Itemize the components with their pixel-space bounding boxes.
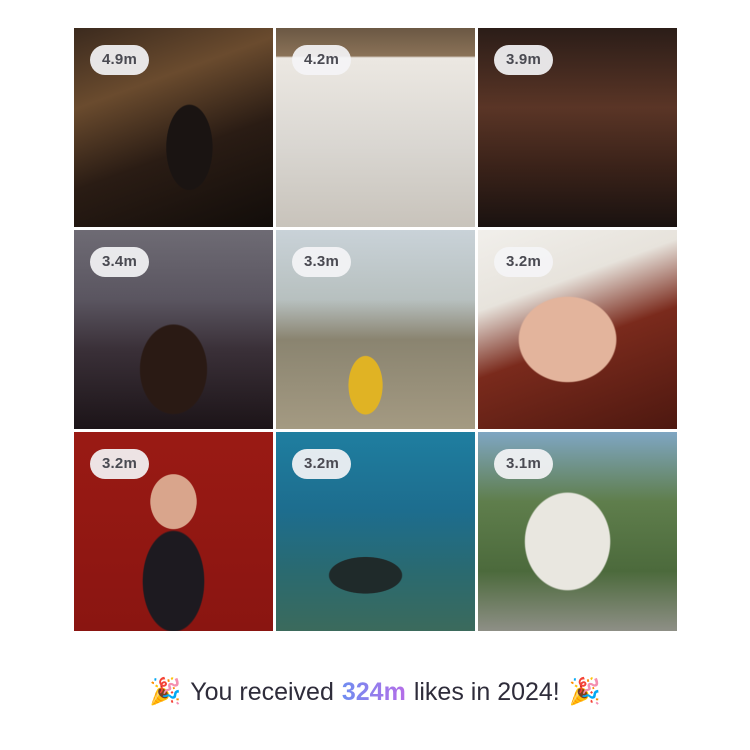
likes-badge: 4.9m	[90, 45, 149, 75]
likes-badge: 3.4m	[90, 247, 149, 277]
likes-summary: 🎉 You received 324m likes in 2024! 🎉	[0, 670, 750, 714]
post-tile-1[interactable]: 4.9m	[74, 28, 273, 227]
summary-text-after: likes in 2024!	[413, 677, 560, 706]
likes-badge: 3.9m	[494, 45, 553, 75]
summary-text-before: You received	[190, 677, 334, 706]
top-posts-grid: 4.9m 4.2m 3.9m 3.4m 3.3m 3.2m 3.2m 3.2m	[74, 28, 678, 631]
likes-badge: 4.2m	[292, 45, 351, 75]
likes-badge: 3.1m	[494, 449, 553, 479]
likes-badge: 3.3m	[292, 247, 351, 277]
post-tile-7[interactable]: 3.2m	[74, 432, 273, 631]
post-tile-9[interactable]: 3.1m	[478, 432, 677, 631]
total-likes-count: 324m	[341, 677, 406, 706]
party-popper-icon: 🎉	[568, 677, 601, 707]
year-recap-card: 4.9m 4.2m 3.9m 3.4m 3.3m 3.2m 3.2m 3.2m	[0, 0, 750, 750]
post-tile-6[interactable]: 3.2m	[478, 230, 677, 429]
likes-badge: 3.2m	[494, 247, 553, 277]
post-tile-4[interactable]: 3.4m	[74, 230, 273, 429]
party-popper-icon: 🎉	[149, 677, 182, 707]
post-tile-8[interactable]: 3.2m	[276, 432, 475, 631]
likes-badge: 3.2m	[292, 449, 351, 479]
post-tile-5[interactable]: 3.3m	[276, 230, 475, 429]
post-tile-2[interactable]: 4.2m	[276, 28, 475, 227]
post-tile-3[interactable]: 3.9m	[478, 28, 677, 227]
likes-badge: 3.2m	[90, 449, 149, 479]
